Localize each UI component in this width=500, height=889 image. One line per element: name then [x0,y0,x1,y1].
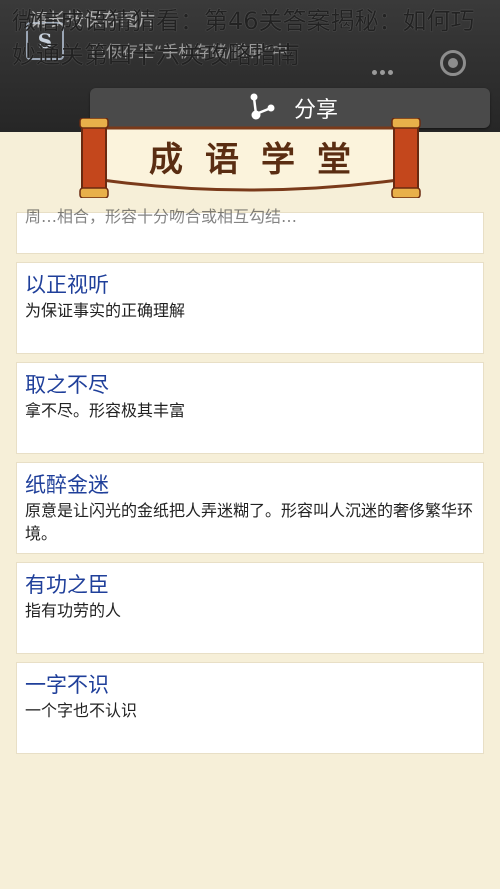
top-bar: S 请长按保存图片 已保存至“手机存储/截屏”中 微信成语猜猜看：第46关答案揭… [0,0,500,132]
list-item[interactable]: 有功之臣 指有功劳的人 [16,562,484,654]
card-description: 原意是让闪光的金纸把人弄迷糊了。形容叫人沉迷的奢侈繁华环境。 [25,501,474,543]
list-item[interactable]: 以正视听 为保证事实的正确理解 [16,262,484,354]
card-title: 纸醉金迷 [25,473,109,497]
card-description: 拿不尽。形容极其丰富 [25,401,186,420]
card-description: 指有功劳的人 [25,601,122,620]
list-item[interactable]: 取之不尽 拿不尽。形容极其丰富 [16,362,484,454]
card-description: 为保证事实的正确理解 [25,301,186,320]
list-item-partial[interactable]: 周…相合，形容十分吻合或相互勾结… [16,207,484,254]
card-description: 一个字也不认识 [25,701,138,720]
list-item[interactable]: 一字不识 一个字也不认识 [16,662,484,754]
card-title: 一字不识 [25,673,109,697]
page-title: 微信成语猜猜看：第46关答案揭秘：如何巧妙通关第四十六关攻略指南 [12,7,475,69]
banner-title: 成语学堂 [149,140,373,180]
card-title: 取之不尽 [25,373,109,397]
list-item[interactable]: 纸醉金迷 原意是让闪光的金纸把人弄迷糊了。形容叫人沉迷的奢侈繁华环境。 [16,462,484,554]
idiom-banner: 成语学堂 [72,118,428,198]
card-description: 周…相合，形容十分吻合或相互勾结… [25,207,298,226]
card-title: 以正视听 [25,273,109,297]
card-title: 有功之臣 [25,573,109,597]
